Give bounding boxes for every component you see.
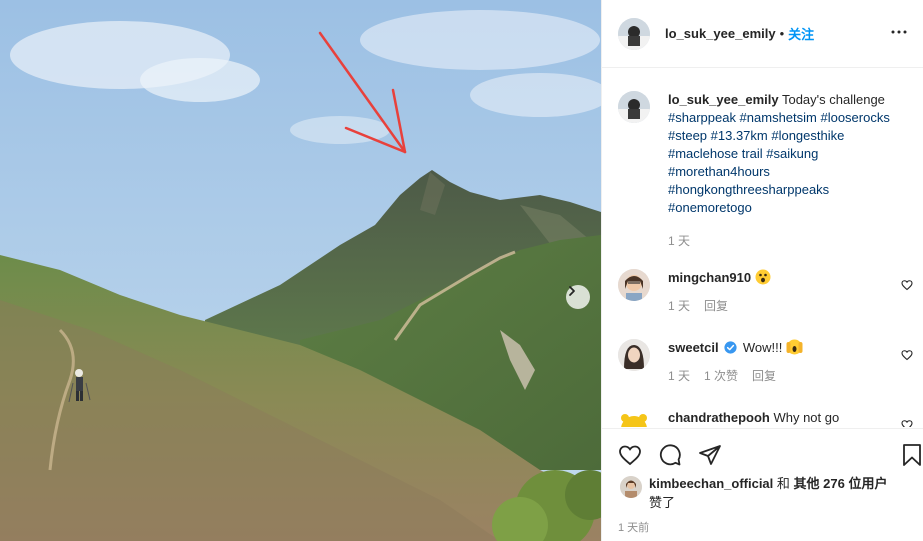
author-username[interactable]: lo_suk_yee_emily	[665, 26, 776, 41]
share-paper-plane-icon[interactable]	[698, 443, 722, 467]
likes-suffix: 赞了	[649, 495, 676, 510]
author-avatar[interactable]	[618, 91, 650, 123]
comment-item: chandrathepooh Why not go	[618, 409, 913, 427]
post-photo[interactable]	[0, 0, 601, 541]
author-avatar[interactable]	[618, 17, 650, 50]
comment-text: Why not go	[773, 410, 840, 425]
mountain-photo-image	[0, 0, 601, 541]
separator-dot: •	[779, 26, 785, 41]
like-comment-heart-icon[interactable]	[901, 419, 913, 427]
liker-avatar-image	[620, 476, 642, 498]
post-timestamp[interactable]: 1 天前	[618, 519, 649, 535]
comment-item: sweetcil Wow!!! 1 天 1 次赞 回复	[618, 339, 913, 385]
likes-joiner: 和	[776, 476, 790, 491]
comment-username[interactable]: chandrathepooh	[668, 410, 770, 425]
caption-hashtags[interactable]: #sharppeak #namshetsim #looserocks #stee…	[668, 110, 890, 215]
like-comment-heart-icon[interactable]	[901, 279, 913, 291]
comment-age: 1 天	[668, 299, 691, 313]
follow-button[interactable]: 关注	[788, 24, 814, 43]
caption-username[interactable]: lo_suk_yee_emily	[668, 92, 779, 107]
save-bookmark-icon[interactable]	[900, 443, 923, 467]
likes-others-count[interactable]: 其他 276 位用户	[794, 476, 888, 491]
post-actions: kimbeechan_official 和 其他 276 位用户 赞了 1 天前	[602, 428, 923, 534]
instagram-post-view: lo_suk_yee_emily • 关注 lo_suk_yee_emily T…	[0, 0, 923, 541]
liker-avatar[interactable]	[620, 476, 642, 498]
reply-button[interactable]: 回复	[704, 297, 728, 315]
comment-likes-count[interactable]: 1 次赞	[704, 367, 738, 385]
comment-age: 1 天	[668, 369, 691, 383]
reply-button[interactable]: 回复	[752, 367, 776, 385]
commenter-avatar-image	[618, 339, 650, 371]
post-header: lo_suk_yee_emily • 关注	[602, 0, 923, 68]
caption: lo_suk_yee_emily Today's challenge #shar…	[618, 91, 913, 250]
caption-age: 1 天	[668, 234, 691, 248]
more-options-icon[interactable]	[891, 24, 907, 40]
like-heart-icon[interactable]	[618, 443, 642, 467]
caption-text: Today's challenge	[781, 92, 885, 107]
next-photo-button[interactable]	[566, 285, 590, 309]
commenter-avatar[interactable]	[618, 339, 650, 371]
comment-bubble-icon[interactable]	[658, 443, 682, 467]
comment-username[interactable]: sweetcil	[668, 340, 719, 355]
commenter-avatar-image	[618, 409, 650, 427]
author-avatar-image	[618, 91, 650, 123]
comment-item: mingchan910 1 天 回复	[618, 269, 913, 315]
author-avatar-image	[618, 17, 650, 50]
like-comment-heart-icon[interactable]	[901, 349, 913, 361]
comment-username[interactable]: mingchan910	[668, 270, 751, 285]
commenter-avatar-image	[618, 269, 650, 301]
likes-summary: kimbeechan_official 和 其他 276 位用户 赞了	[620, 474, 920, 512]
screaming-hands-icon	[786, 339, 803, 355]
commenter-avatar[interactable]	[618, 409, 650, 427]
comments-list[interactable]: lo_suk_yee_emily Today's challenge #shar…	[602, 69, 923, 427]
liker-username[interactable]: kimbeechan_official	[649, 476, 773, 491]
commenter-avatar[interactable]	[618, 269, 650, 301]
chevron-right-icon	[569, 286, 575, 296]
post-side-panel: lo_suk_yee_emily • 关注 lo_suk_yee_emily T…	[601, 0, 923, 541]
comment-text: Wow!!!	[742, 340, 783, 355]
verified-badge-icon	[724, 341, 737, 354]
astonished-face-icon	[755, 269, 771, 285]
